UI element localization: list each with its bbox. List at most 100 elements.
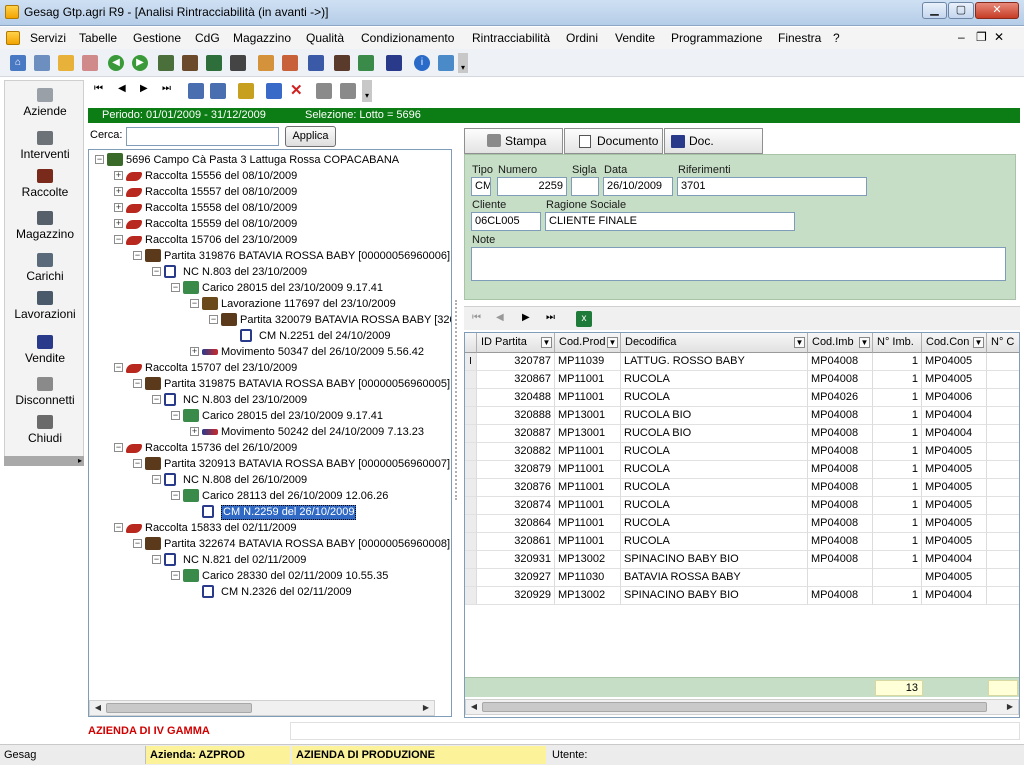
column-filter-icon[interactable]: ▼ xyxy=(607,337,618,348)
table-cell-empty[interactable] xyxy=(987,389,1019,407)
collapse-icon[interactable]: − xyxy=(190,299,199,308)
table-row[interactable]: 320876 MP11001 RUCOLA MP04008 1 MP04005 xyxy=(465,479,1019,497)
collapse-icon[interactable]: − xyxy=(114,523,123,532)
table-cell[interactable]: MP11030 xyxy=(555,569,621,587)
list-icon[interactable] xyxy=(188,83,204,99)
table-cell[interactable]: 320787 xyxy=(477,353,555,371)
pane-splitter[interactable] xyxy=(455,300,457,500)
tree-node[interactable]: − Carico 28015 del 23/10/2009 9.17.41 xyxy=(89,280,435,296)
table-cell-empty[interactable] xyxy=(987,515,1019,533)
home-icon[interactable]: ⌂ xyxy=(10,55,26,71)
menu-finestra[interactable]: Finestra xyxy=(778,31,821,45)
maximize-button[interactable]: ▢ xyxy=(948,2,974,19)
table-cell[interactable]: 1 xyxy=(873,443,922,461)
table-cell[interactable]: RUCOLA xyxy=(621,515,808,533)
filter-icon[interactable] xyxy=(238,83,254,99)
table-cell[interactable]: 320931 xyxy=(477,551,555,569)
table-cell[interactable]: 1 xyxy=(873,551,922,569)
column-header[interactable]: Cod.Imb ▼ xyxy=(808,333,873,353)
sidebar-item-interventi[interactable]: Interventi xyxy=(5,131,85,161)
tree-node[interactable]: − Partita 322674 BATAVIA ROSSA BABY [0000… xyxy=(89,536,450,552)
back-circle-icon[interactable]: ◀ xyxy=(108,55,124,71)
tree-node[interactable]: − Raccolta 15736 del 26/10/2009 xyxy=(89,440,435,456)
table-cell[interactable]: MP04008 xyxy=(808,353,873,371)
table-cell[interactable]: MP04005 xyxy=(922,569,987,587)
expand-icon[interactable]: + xyxy=(190,347,199,356)
table-cell-empty[interactable] xyxy=(987,587,1019,605)
table-cell[interactable]: 1 xyxy=(873,497,922,515)
table-cell[interactable]: MP04008 xyxy=(808,371,873,389)
report-icon[interactable] xyxy=(258,55,274,71)
table-row[interactable]: 320864 MP11001 RUCOLA MP04008 1 MP04005 xyxy=(465,515,1019,533)
tree-node[interactable]: + Movimento 50347 del 26/10/2009 5.56.42 xyxy=(89,344,435,360)
table-cell[interactable]: MP13002 xyxy=(555,587,621,605)
table-cell[interactable]: RUCOLA BIO xyxy=(621,407,808,425)
row-selector[interactable] xyxy=(465,443,477,461)
table-cell[interactable]: MP11001 xyxy=(555,515,621,533)
scroll-right-icon[interactable]: ▶ xyxy=(418,701,434,715)
grid-hscrollbar[interactable]: ◀ ▶ xyxy=(465,699,1019,715)
table-cell[interactable]: MP13002 xyxy=(555,551,621,569)
tree-node[interactable]: + Raccolta 15556 del 08/10/2009 xyxy=(89,168,435,184)
table-cell[interactable]: 1 xyxy=(873,479,922,497)
table-cell[interactable]: 1 xyxy=(873,353,922,371)
tree-node[interactable]: − Carico 28015 del 23/10/2009 9.17.41 xyxy=(89,408,435,424)
table-cell-empty[interactable] xyxy=(987,533,1019,551)
tab-doc-collegato[interactable]: Doc. Collegato xyxy=(664,128,763,172)
table-cell[interactable]: MP11001 xyxy=(555,533,621,551)
tree-node[interactable]: − Raccolta 15707 del 23/10/2009 xyxy=(89,360,435,376)
collapse-icon[interactable]: − xyxy=(152,475,161,484)
sidebar-item-magazzino[interactable]: Magazzino xyxy=(5,211,85,241)
scroll-left-icon[interactable]: ◀ xyxy=(90,701,106,715)
tree-node[interactable]: + Raccolta 15557 del 08/10/2009 xyxy=(89,184,435,200)
collapse-arrow-icon[interactable]: ▸ xyxy=(78,456,82,466)
sidebar-item-raccolte[interactable]: Raccolte xyxy=(5,169,85,199)
menu-vendite[interactable]: Vendite xyxy=(615,31,655,45)
map-icon[interactable] xyxy=(182,55,198,71)
sidebar-item-aziende[interactable]: Aziende xyxy=(5,88,85,118)
table-row[interactable]: 320887 MP13001 RUCOLA BIO MP04008 1 MP04004 xyxy=(465,425,1019,443)
print-preview-icon[interactable] xyxy=(340,83,356,99)
info-icon[interactable]: i xyxy=(414,55,430,71)
truck-icon[interactable] xyxy=(358,55,374,71)
menu-servizi[interactable]: Servizi xyxy=(30,31,66,45)
expand-icon[interactable]: + xyxy=(114,187,123,196)
scroll-thumb[interactable] xyxy=(106,703,252,713)
sidebar-item-disconnetti[interactable]: Disconnetti xyxy=(5,377,85,407)
row-selector[interactable] xyxy=(465,533,477,551)
tree-node[interactable]: − Raccolta 15706 del 23/10/2009 xyxy=(89,232,435,248)
table-cell[interactable]: 320867 xyxy=(477,371,555,389)
table-cell[interactable]: BATAVIA ROSSA BABY xyxy=(621,569,808,587)
menu-ordini[interactable]: Ordini xyxy=(566,31,598,45)
table-cell[interactable]: MP04008 xyxy=(808,407,873,425)
table-row[interactable]: 320929 MP13002 SPINACINO BABY BIO MP04008 1 M… xyxy=(465,587,1019,605)
tree-node[interactable]: − NC N.821 del 02/11/2009 xyxy=(89,552,435,568)
expand-icon[interactable]: + xyxy=(114,203,123,212)
numero-field[interactable]: 2259 xyxy=(497,177,567,196)
table-cell[interactable]: RUCOLA xyxy=(621,497,808,515)
collapse-icon[interactable]: − xyxy=(209,315,218,324)
table-cell[interactable]: 320488 xyxy=(477,389,555,407)
collapse-icon[interactable]: − xyxy=(95,155,104,164)
table-cell[interactable]: RUCOLA xyxy=(621,371,808,389)
toolbar2-overflow-icon[interactable]: ▾ xyxy=(362,80,372,102)
tree-node[interactable]: + Raccolta 15559 del 08/10/2009 xyxy=(89,216,435,232)
forward-circle-icon[interactable]: ▶ xyxy=(132,55,148,71)
tree-node[interactable]: + Movimento 50242 del 24/10/2009 7.13.23 xyxy=(89,424,435,440)
table-cell[interactable]: MP04008 xyxy=(808,497,873,515)
collapse-icon[interactable]: − xyxy=(171,283,180,292)
table-cell[interactable]: RUCOLA xyxy=(621,461,808,479)
tree-node[interactable]: + Raccolta 15558 del 08/10/2009 xyxy=(89,200,435,216)
table-cell-empty[interactable] xyxy=(987,569,1019,587)
table-cell[interactable]: 1 xyxy=(873,371,922,389)
tag-icon[interactable] xyxy=(82,55,98,71)
menu-magazzino[interactable]: Magazzino xyxy=(233,31,291,45)
table-cell[interactable]: 320927 xyxy=(477,569,555,587)
table-cell[interactable]: 1 xyxy=(873,533,922,551)
mdi-minimize-icon[interactable]: – xyxy=(958,30,965,44)
table-cell[interactable]: 1 xyxy=(873,587,922,605)
table-cell[interactable]: MP04008 xyxy=(808,425,873,443)
ragione-sociale-field[interactable]: CLIENTE FINALE xyxy=(545,212,795,231)
app-icon[interactable] xyxy=(5,5,19,19)
menu-gestione[interactable]: Gestione xyxy=(133,31,181,45)
